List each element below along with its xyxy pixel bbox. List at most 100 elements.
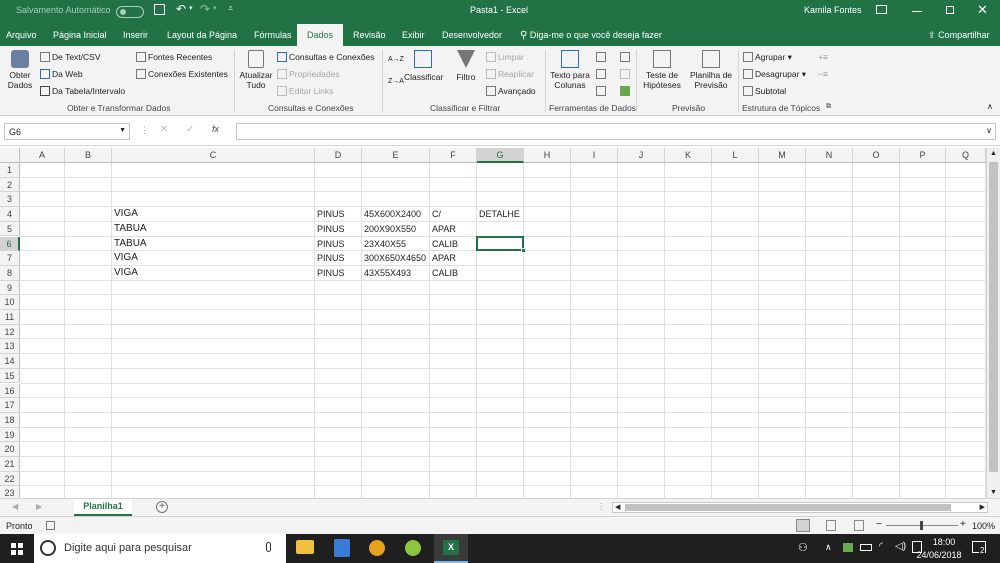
tab-pagina-inicial[interactable]: Página Inicial bbox=[47, 24, 113, 46]
tab-formulas[interactable]: Fórmulas bbox=[248, 24, 298, 46]
row-header-12[interactable]: 12 bbox=[0, 324, 20, 340]
cell-d7[interactable]: PINUS bbox=[315, 251, 345, 266]
row-header-1[interactable]: 1 bbox=[0, 163, 20, 178]
page-break-view-icon[interactable] bbox=[854, 520, 864, 531]
agrupar-button[interactable]: Agrupar ▾ bbox=[743, 52, 792, 63]
vertical-scroll-thumb[interactable] bbox=[989, 162, 998, 472]
redo-icon[interactable]: ↷ bbox=[200, 2, 210, 16]
zoom-level[interactable]: 100% bbox=[972, 521, 995, 531]
zoom-out-button[interactable]: − bbox=[876, 519, 882, 530]
cell-f6[interactable]: CALIB bbox=[430, 237, 458, 252]
column-header-n[interactable]: N bbox=[806, 148, 853, 163]
column-header-q[interactable]: Q bbox=[946, 148, 986, 163]
cell-d4[interactable]: PINUS bbox=[315, 207, 345, 222]
scroll-up-icon[interactable]: ▲ bbox=[990, 150, 997, 157]
cell-f4[interactable]: C/ bbox=[430, 207, 441, 222]
column-header-j[interactable]: J bbox=[618, 148, 665, 163]
cell-c6[interactable]: TABUA bbox=[112, 237, 147, 252]
column-header-o[interactable]: O bbox=[853, 148, 900, 163]
show-detail-icon[interactable]: +≡ bbox=[818, 52, 828, 62]
share-button[interactable]: ⇪ Compartilhar bbox=[922, 24, 996, 46]
people-icon[interactable]: ⚇ bbox=[798, 541, 808, 554]
row-header-2[interactable]: 2 bbox=[0, 177, 20, 193]
tab-exibir[interactable]: Exibir bbox=[396, 24, 431, 46]
microphone-icon[interactable] bbox=[266, 542, 271, 552]
tray-app-icon[interactable] bbox=[843, 543, 853, 552]
sheet-options-icon[interactable]: ⋮ bbox=[597, 502, 605, 511]
excel-taskbar-icon[interactable]: X bbox=[434, 534, 468, 563]
row-header-7[interactable]: 7 bbox=[0, 251, 20, 266]
fontes-recentes-button[interactable]: Fontes Recentes bbox=[136, 52, 212, 62]
column-header-m[interactable]: M bbox=[759, 148, 806, 163]
row-header-16[interactable]: 16 bbox=[0, 383, 20, 399]
zoom-slider[interactable] bbox=[886, 521, 958, 530]
add-sheet-button[interactable]: + bbox=[156, 501, 168, 513]
sort-desc-button[interactable]: Z→A bbox=[388, 78, 404, 86]
scroll-right-icon[interactable]: ▶ bbox=[980, 503, 985, 511]
clock-date[interactable]: 24/06/2018 bbox=[914, 550, 964, 560]
page-layout-view-icon[interactable] bbox=[826, 520, 836, 531]
column-header-b[interactable]: B bbox=[65, 148, 112, 163]
cell-f5[interactable]: APAR bbox=[430, 222, 456, 237]
collapse-ribbon-icon[interactable]: ∧ bbox=[987, 102, 993, 111]
scroll-left-icon[interactable]: ◀ bbox=[615, 503, 620, 511]
cell-f8[interactable]: CALIB bbox=[430, 266, 458, 281]
autosave-toggle[interactable] bbox=[116, 6, 144, 18]
classificar-button[interactable]: Classificar bbox=[404, 50, 443, 82]
da-web-button[interactable]: Da Web bbox=[40, 69, 83, 79]
select-all-corner[interactable] bbox=[0, 148, 20, 163]
row-header-13[interactable]: 13 bbox=[0, 339, 20, 355]
file-explorer-icon[interactable] bbox=[296, 540, 314, 554]
column-header-f[interactable]: F bbox=[430, 148, 477, 163]
row-header-20[interactable]: 20 bbox=[0, 442, 20, 457]
subtotal-button[interactable]: Subtotal bbox=[743, 86, 786, 96]
cell-d8[interactable]: PINUS bbox=[315, 266, 345, 281]
sort-asc-button[interactable]: A→Z bbox=[388, 56, 404, 64]
row-header-5[interactable]: 5 bbox=[0, 221, 20, 237]
row-header-4[interactable]: 4 bbox=[0, 207, 20, 222]
chrome-icon[interactable] bbox=[369, 540, 385, 556]
row-header-6[interactable]: 6 bbox=[0, 236, 20, 252]
row-header-10[interactable]: 10 bbox=[0, 295, 20, 310]
column-header-l[interactable]: L bbox=[712, 148, 759, 163]
hide-detail-icon[interactable]: −≡ bbox=[818, 69, 828, 79]
vertical-scrollbar[interactable]: ▲ ▼ bbox=[986, 148, 1000, 498]
de-text-csv-button[interactable]: De Text/CSV bbox=[40, 52, 101, 62]
remove-duplicates-icon[interactable] bbox=[596, 69, 606, 79]
row-header-11[interactable]: 11 bbox=[0, 310, 20, 325]
conexoes-existentes-button[interactable]: Conexões Existentes bbox=[136, 69, 228, 79]
cancel-icon[interactable]: ✕ bbox=[160, 124, 168, 135]
row-header-22[interactable]: 22 bbox=[0, 471, 20, 487]
flash-fill-icon[interactable] bbox=[596, 52, 606, 62]
planilha-previsao-button[interactable]: Planilha de Previsão bbox=[688, 50, 734, 90]
column-header-p[interactable]: P bbox=[900, 148, 946, 163]
texto-colunas-button[interactable]: Texto para Colunas bbox=[548, 50, 592, 90]
enter-icon[interactable]: ✓ bbox=[186, 124, 194, 135]
cell-c7[interactable]: VIGA bbox=[112, 251, 138, 266]
macro-record-icon[interactable] bbox=[46, 521, 55, 530]
show-hidden-icons[interactable]: ∧ bbox=[825, 542, 832, 553]
expand-formula-icon[interactable]: ∨ bbox=[986, 126, 992, 135]
volume-icon[interactable]: ◁) bbox=[895, 541, 906, 552]
column-header-a[interactable]: A bbox=[20, 148, 65, 163]
redo-dropdown-icon[interactable]: ▾ bbox=[213, 4, 217, 12]
atualizar-tudo-button[interactable]: Atualizar Tudo bbox=[238, 50, 274, 90]
next-sheet-icon[interactable]: ▶ bbox=[36, 502, 42, 511]
minimize-icon[interactable] bbox=[912, 11, 922, 12]
undo-dropdown-icon[interactable]: ▾ bbox=[189, 4, 193, 12]
propriedades-button[interactable]: Propriedades bbox=[277, 69, 340, 79]
horizontal-scrollbar[interactable]: ◀ ▶ bbox=[612, 502, 988, 513]
windows-start-icon[interactable] bbox=[11, 543, 23, 555]
cell-d6[interactable]: PINUS bbox=[315, 237, 345, 252]
cell-c8[interactable]: VIGA bbox=[112, 266, 138, 281]
dialog-launcher-icon[interactable]: ⧉ bbox=[826, 103, 831, 111]
cell-e8[interactable]: 43X55X493 bbox=[362, 266, 411, 281]
column-header-k[interactable]: K bbox=[665, 148, 712, 163]
teste-hipoteses-button[interactable]: Teste de Hipóteses bbox=[640, 50, 684, 90]
horizontal-scroll-thumb[interactable] bbox=[625, 504, 951, 511]
consultas-conexoes-button[interactable]: Consultas e Conexões bbox=[277, 52, 375, 62]
row-header-9[interactable]: 9 bbox=[0, 280, 20, 296]
prev-sheet-icon[interactable]: ◀ bbox=[12, 502, 18, 511]
cell-g4[interactable]: DETALHE bbox=[477, 207, 520, 222]
row-header-17[interactable]: 17 bbox=[0, 398, 20, 413]
